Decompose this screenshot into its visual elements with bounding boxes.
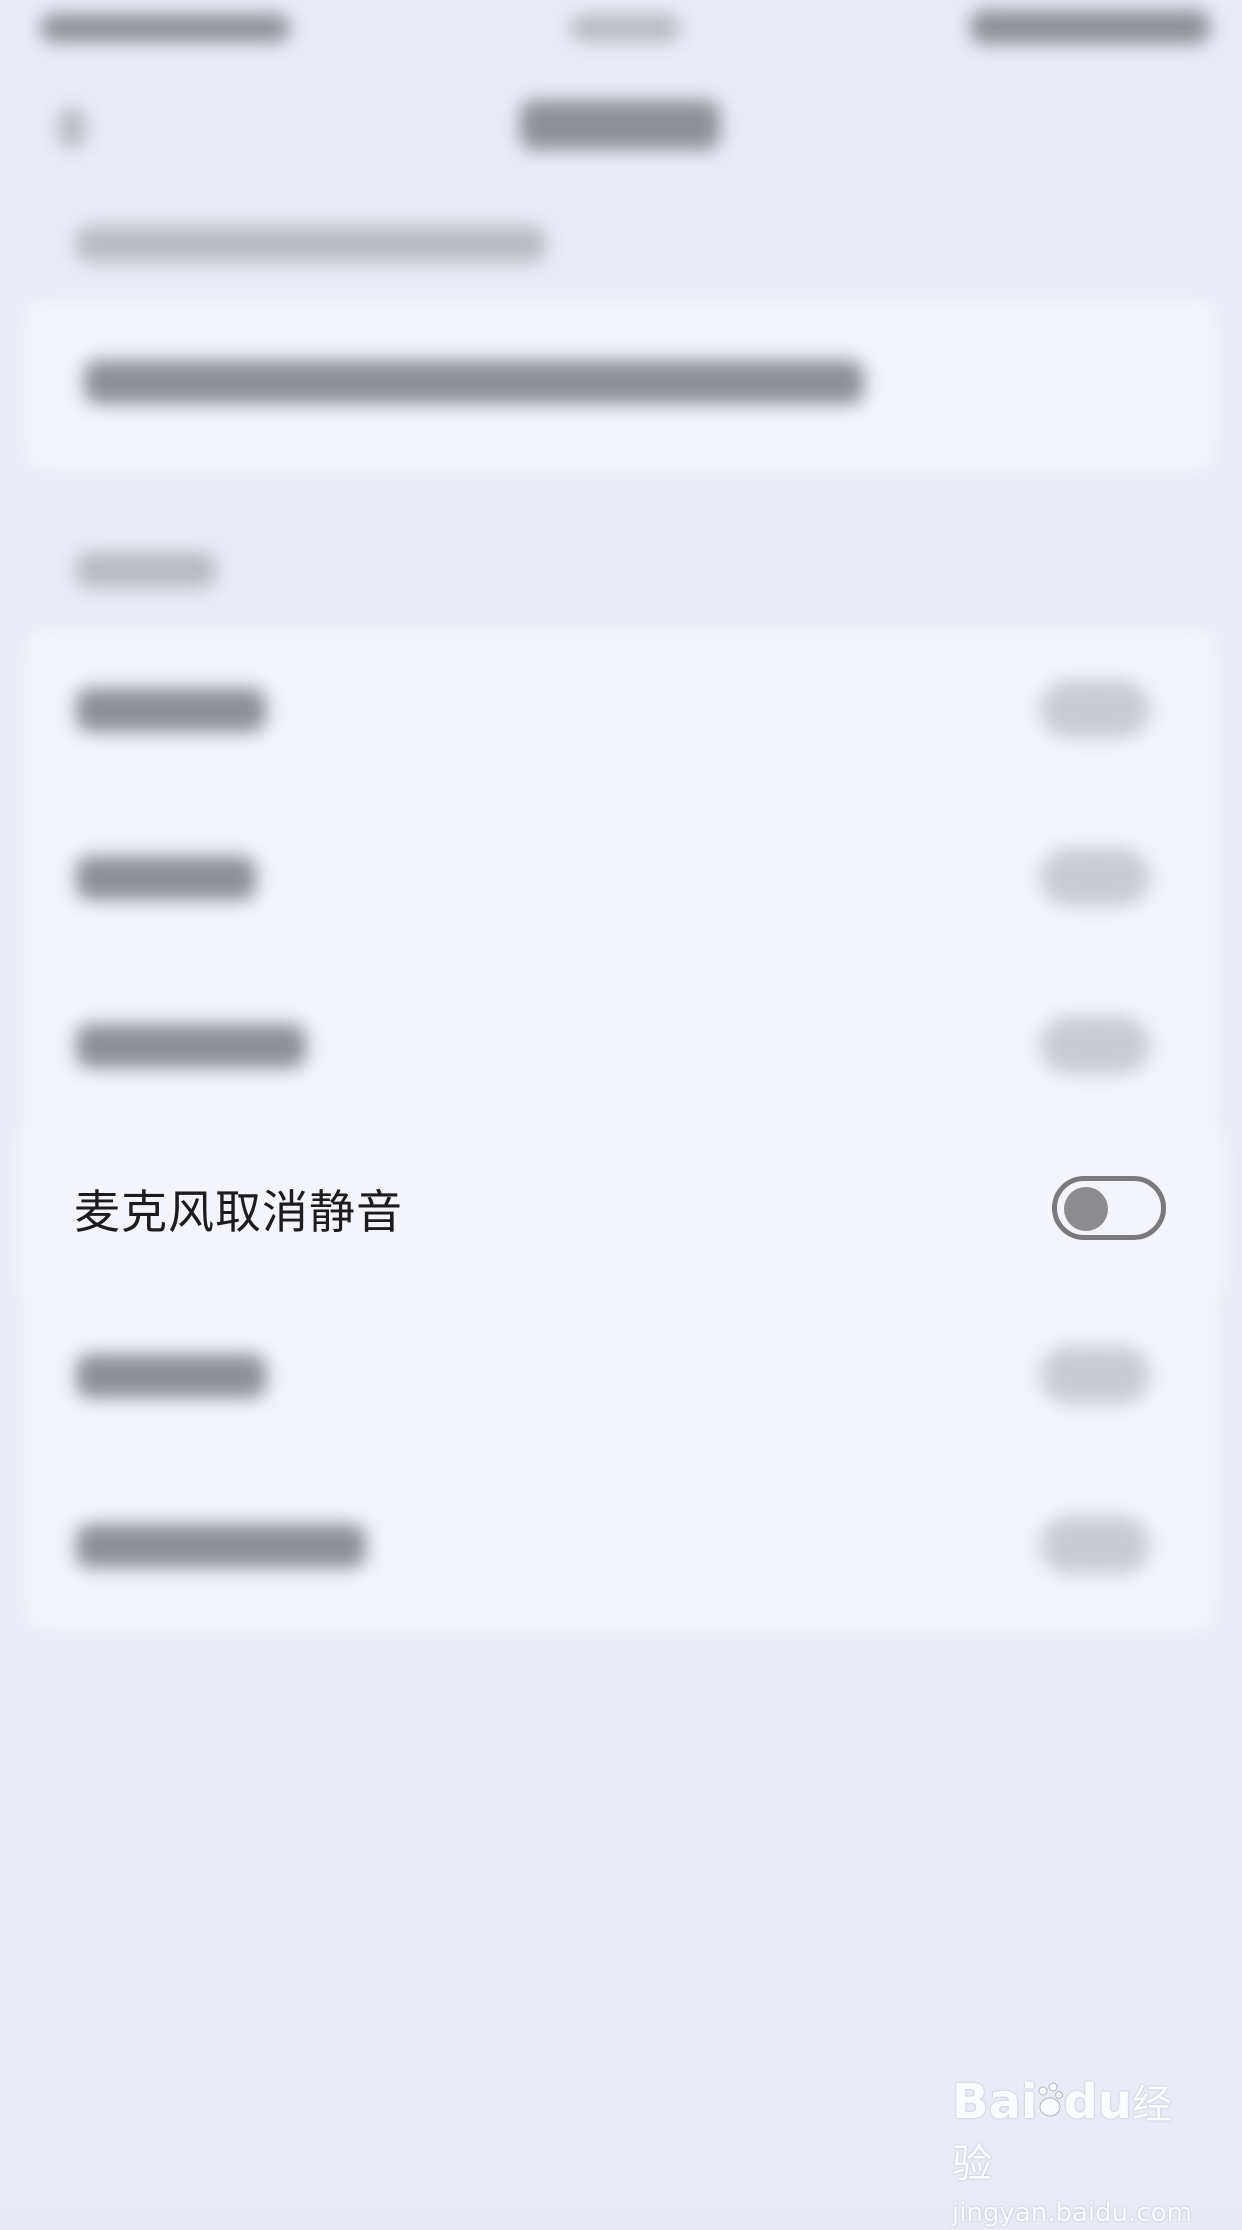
baidu-watermark: Bai du经验 jingyan.baidu.com — [952, 2074, 1202, 2228]
settings-list-card — [24, 630, 1218, 1630]
row-toggle-5[interactable] — [1040, 1346, 1150, 1404]
row-toggle-6[interactable] — [1040, 1516, 1150, 1574]
page-title — [520, 100, 720, 150]
toggle-knob — [1064, 1187, 1108, 1231]
row-label-2 — [76, 856, 256, 900]
baidu-logo: Bai du经验 — [952, 2074, 1202, 2192]
row-toggle-3[interactable] — [1040, 1016, 1150, 1074]
settings-screen: 麦克风取消静音 Bai du经验 jingyan.baidu.com — [0, 0, 1242, 2228]
setting-label: 麦克风取消静音 — [74, 1185, 403, 1239]
row-toggle-2[interactable] — [1040, 848, 1150, 906]
row-label-6 — [76, 1524, 366, 1568]
row-label-5 — [76, 1354, 266, 1398]
status-bar-center — [570, 14, 680, 42]
status-bar-right — [970, 10, 1210, 44]
watermark-url: jingyan.baidu.com — [952, 2198, 1192, 2228]
blurred-background — [0, 0, 1242, 2208]
back-icon[interactable] — [58, 108, 86, 148]
setting-row-mic-unmute[interactable]: 麦克风取消静音 — [24, 1142, 1218, 1282]
section-header-top — [76, 226, 546, 262]
top-card-text — [84, 360, 864, 404]
logo-text-left: Bai — [952, 2074, 1038, 2130]
status-bar-left — [40, 14, 290, 42]
row-label-3 — [76, 1024, 306, 1068]
row-label-1 — [76, 688, 266, 732]
row-toggle-1[interactable] — [1040, 680, 1150, 738]
paw-icon — [1037, 2077, 1064, 2133]
mic-unmute-toggle[interactable] — [1052, 1176, 1166, 1240]
section-header — [76, 552, 216, 588]
logo-text-right: du — [1063, 2074, 1132, 2130]
